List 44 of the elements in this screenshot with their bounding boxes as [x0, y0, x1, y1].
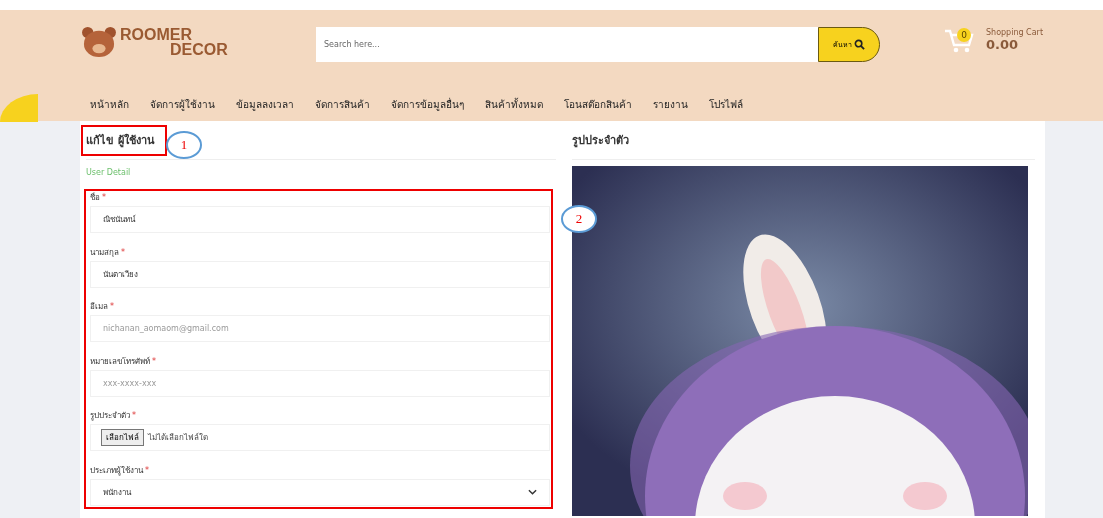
nav-link[interactable]: จัดการผู้ใช้งาน — [150, 96, 215, 112]
required-mark: * — [145, 465, 149, 475]
field-label: หมายเลขโทรศัพท์ — [90, 355, 150, 368]
cart-count-badge: 0 — [957, 28, 971, 42]
cart-total: 0.00 — [986, 37, 1020, 52]
chevron-down-icon — [528, 489, 537, 495]
cart-icon[interactable] — [944, 28, 974, 54]
required-mark: * — [121, 247, 125, 257]
field-label: นามสกุล — [90, 246, 119, 259]
logo-text: ROOMER — [120, 27, 193, 42]
required-mark: * — [132, 411, 136, 420]
required-mark: * — [102, 193, 106, 202]
nav-link[interactable]: โอนสต๊อกสินค้า — [564, 96, 632, 112]
field-label: ชื่อ — [90, 191, 100, 204]
search-field[interactable]: Search here... — [316, 27, 818, 62]
input-field[interactable]: นันตาเวียง — [90, 260, 550, 288]
bear-logo-icon — [80, 26, 118, 58]
section-subtitle: User Detail — [86, 167, 132, 179]
required-mark: * — [110, 302, 114, 311]
decor-wedge — [0, 93, 38, 122]
search-icon — [854, 39, 865, 50]
nav-link[interactable]: หน้าหลัก — [90, 96, 129, 112]
required-mark: * — [152, 356, 156, 366]
field-label: ประเภทผู้ใช้งาน — [90, 464, 143, 477]
nav-link[interactable]: จัดการสินค้า — [315, 96, 370, 112]
nav-link[interactable]: ข้อมูลลงเวลา — [236, 96, 294, 112]
field-label: อีเมล — [90, 301, 108, 313]
file-status: ไม่ได้เลือกไฟล์ใด — [148, 432, 208, 444]
select-field[interactable]: พนักงาน — [90, 478, 550, 506]
annotation-number: 1 — [166, 131, 202, 159]
nav-link[interactable]: สินค้าทั้งหมด — [485, 96, 543, 112]
input-field[interactable]: xxx-xxxx-xxx — [90, 369, 550, 397]
nav-link[interactable]: โปรไฟล์ — [709, 96, 743, 112]
logo-text: DECOR — [169, 42, 228, 57]
input-field[interactable]: nichanan_aomaom@gmail.com — [90, 315, 550, 342]
cart-label: Shopping Cart — [986, 28, 1044, 37]
nav-link[interactable]: รายงาน — [653, 96, 688, 112]
field-label: รูปประจำตัว — [90, 410, 130, 422]
nav-link[interactable]: จัดการข้อมูลอื่นๆ — [391, 96, 464, 112]
input-field[interactable]: ณิชนันทน์ — [90, 206, 550, 233]
form-title: แก้ไข ผู้ใช้งาน — [86, 132, 155, 149]
photo-title: รูปประจำตัว — [572, 133, 629, 149]
annotation-number: 2 — [561, 205, 597, 233]
choose-file-button[interactable]: เลือกไฟล์ — [101, 429, 144, 446]
